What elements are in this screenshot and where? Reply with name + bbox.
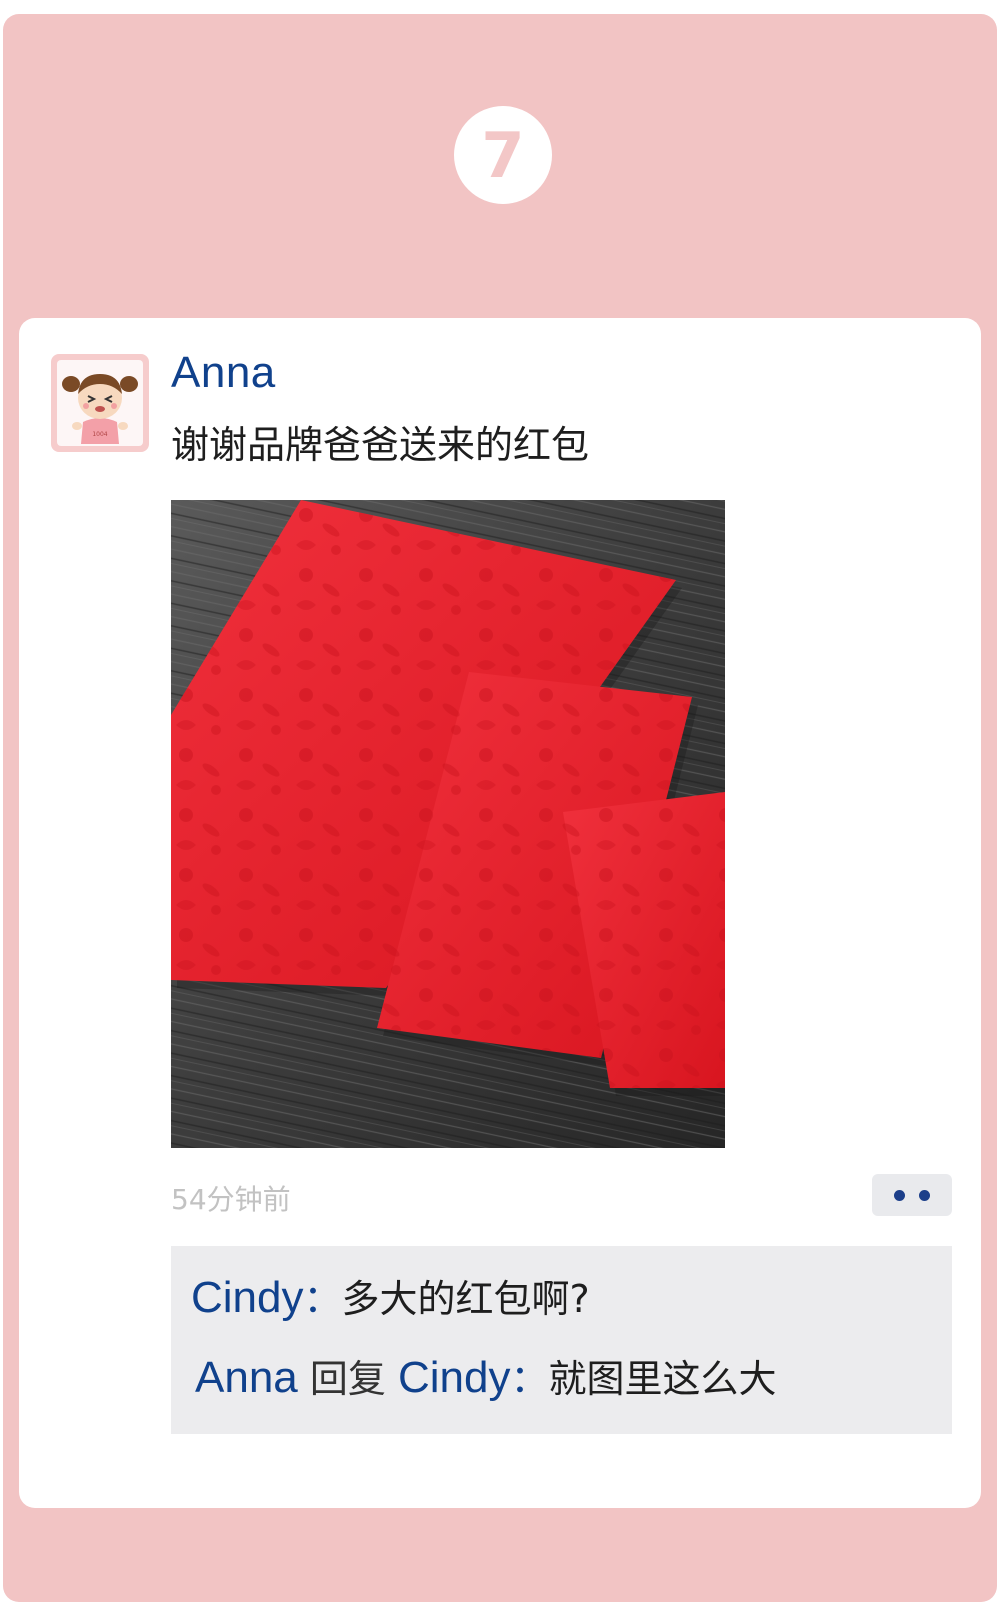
reply-to-name[interactable]: Cindy <box>398 1353 511 1402</box>
comment-text: 就图里这么大 <box>548 1357 777 1401</box>
post-text: 谢谢品牌爸爸送来的红包 <box>171 423 590 467</box>
author-name[interactable]: Anna <box>171 348 276 398</box>
comment-separator: ： <box>510 1357 549 1401</box>
comment-author[interactable]: Anna <box>195 1353 298 1402</box>
step-number-badge: 7 <box>454 106 552 204</box>
more-dots-icon <box>919 1189 930 1201</box>
comment-text: 多大的红包啊? <box>341 1277 590 1321</box>
more-dots-icon <box>894 1189 905 1201</box>
reply-verb: 回复 <box>309 1357 386 1401</box>
comment-item[interactable]: Cindy：多大的红包啊? <box>191 1268 590 1323</box>
moment-card: 1004 Anna 谢谢品牌爸爸送来的红包 54分钟前 Cindy：多大的红包啊… <box>19 318 981 1508</box>
more-actions-button[interactable] <box>872 1174 952 1216</box>
cartoon-girl-avatar-icon: 1004 <box>57 360 143 446</box>
comment-separator: ： <box>303 1277 342 1321</box>
comment-author[interactable]: Cindy <box>191 1273 304 1322</box>
comments-panel: Cindy：多大的红包啊? Anna 回复 Cindy：就图里这么大 <box>171 1246 952 1434</box>
comment-item[interactable]: Anna 回复 Cindy：就图里这么大 <box>195 1348 777 1403</box>
svg-text:1004: 1004 <box>92 431 107 438</box>
avatar[interactable]: 1004 <box>51 354 149 452</box>
post-timestamp: 54分钟前 <box>171 1183 291 1216</box>
red-envelope-photo[interactable] <box>171 500 725 1148</box>
